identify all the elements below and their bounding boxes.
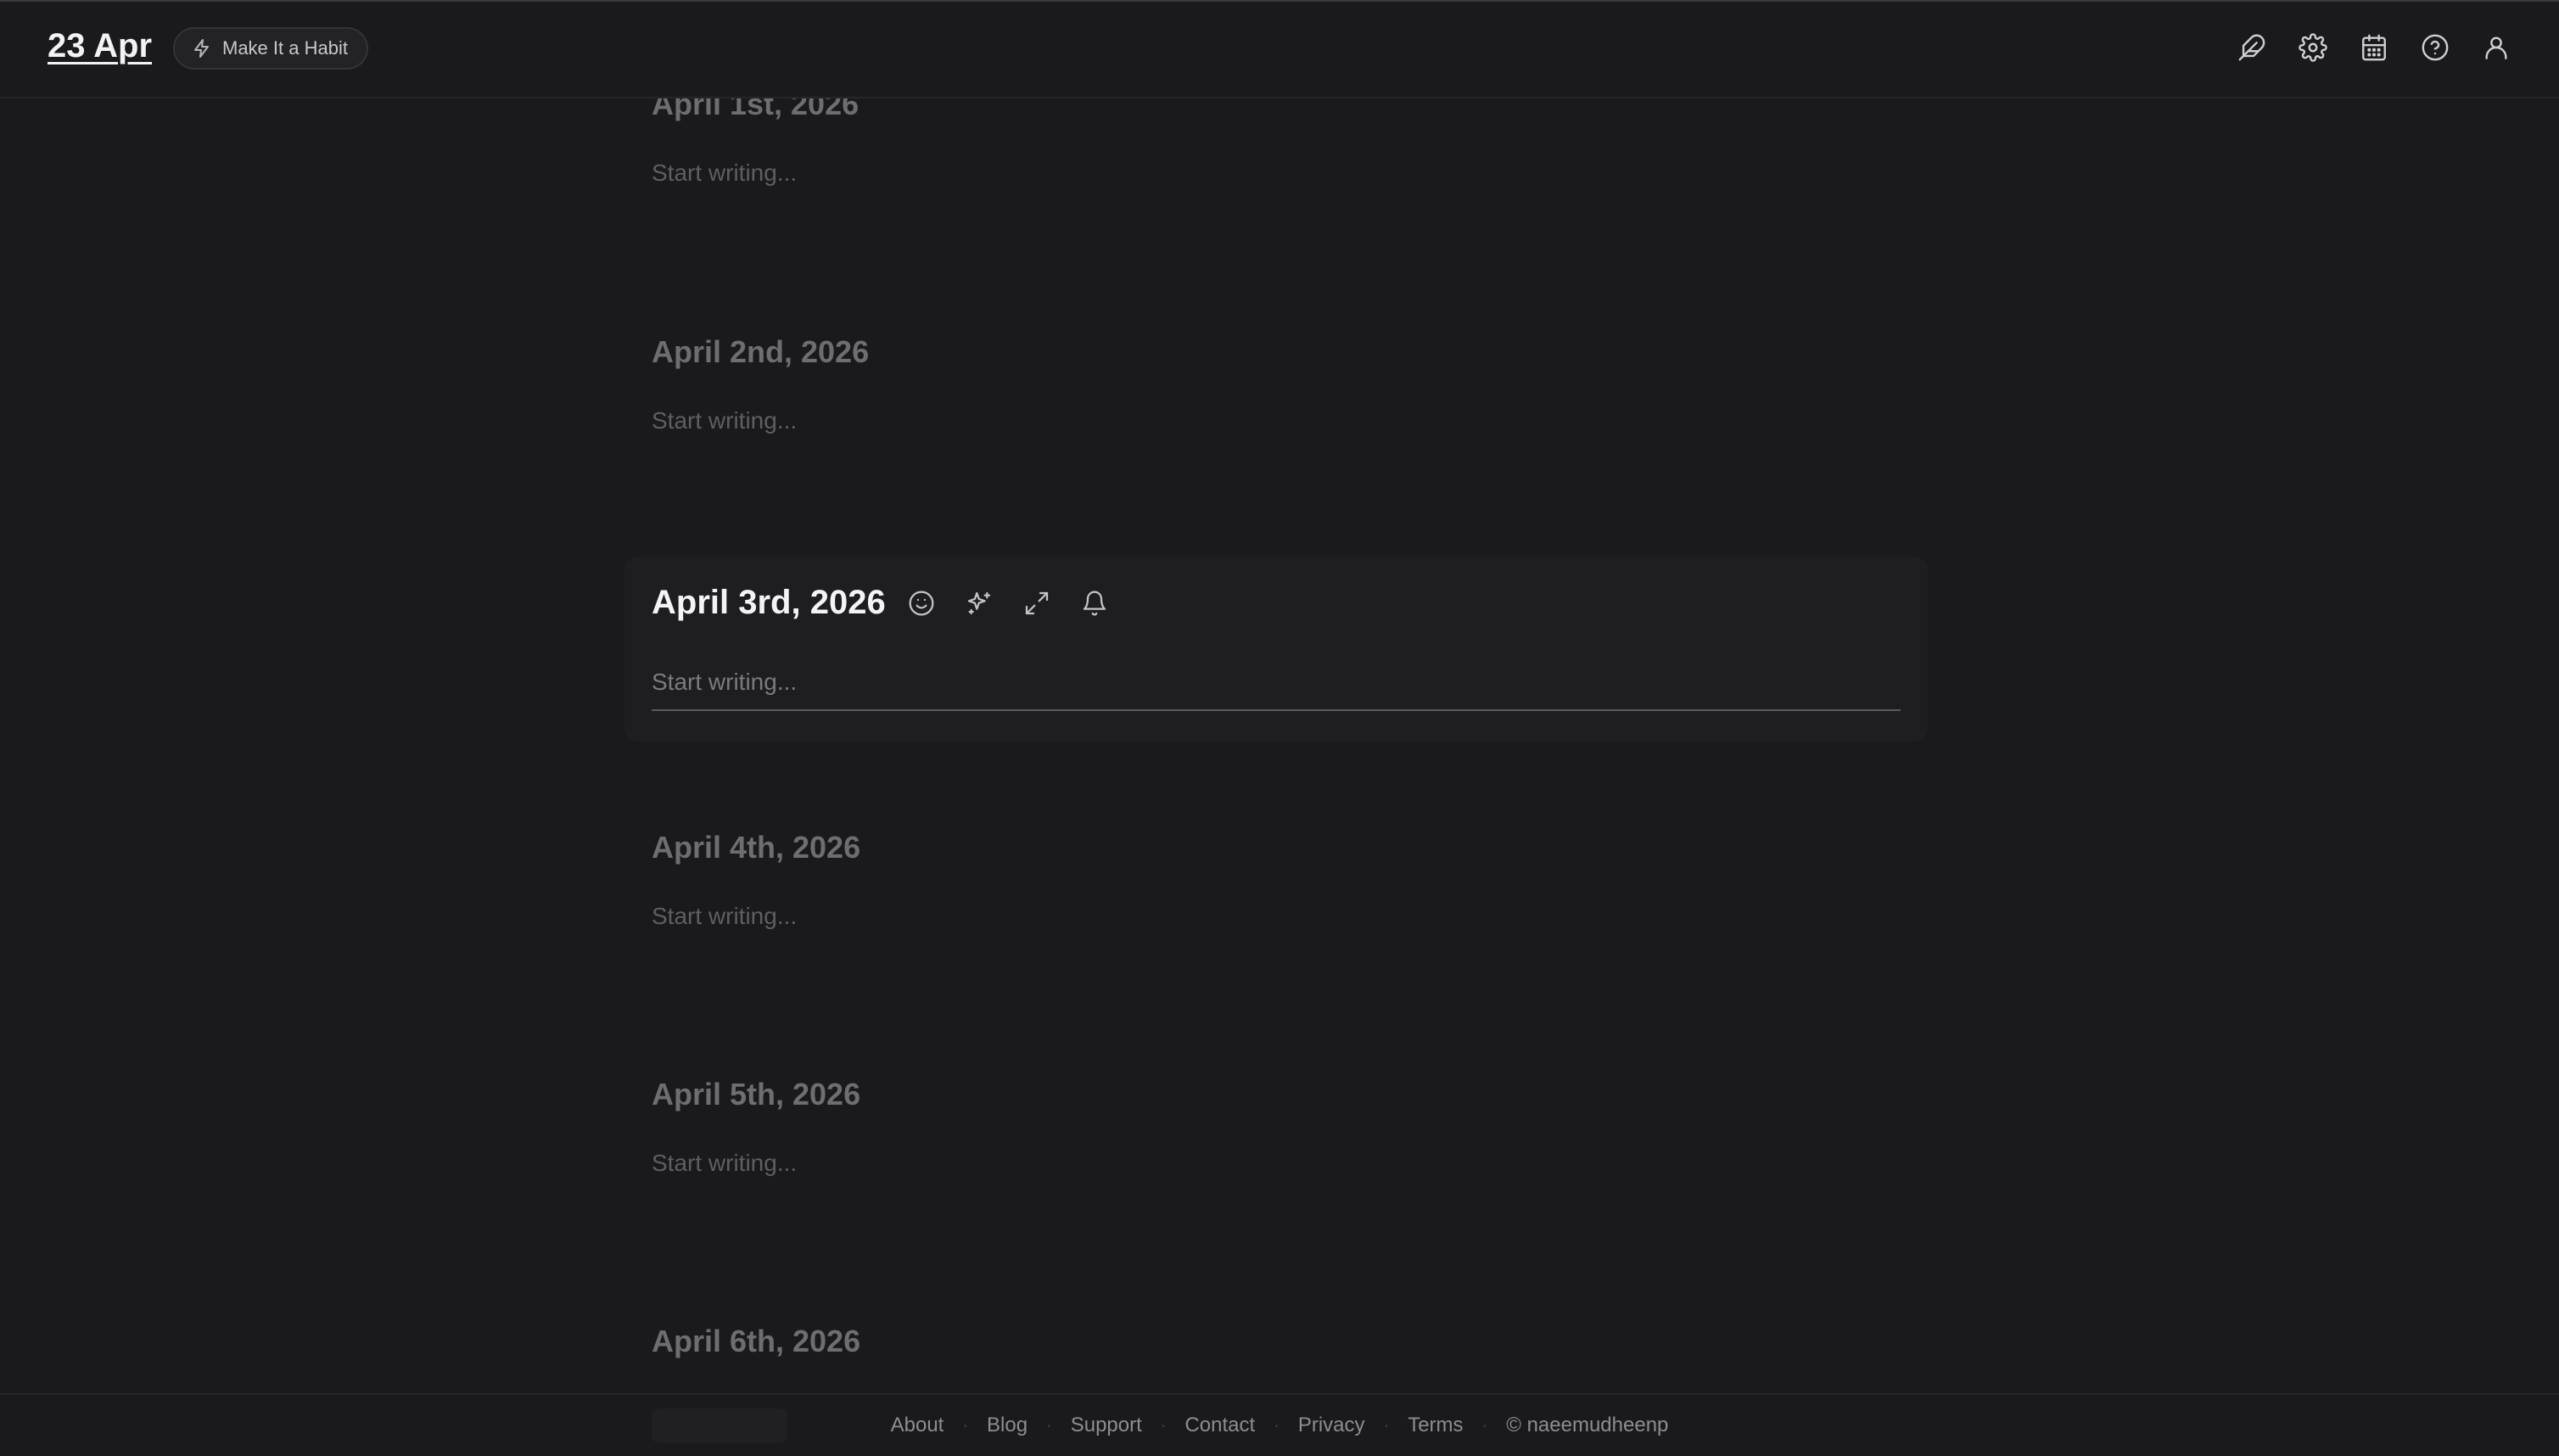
make-habit-button[interactable]: Make It a Habit	[173, 27, 368, 70]
footer-separator: ·	[1383, 1415, 1390, 1435]
footer-link-privacy[interactable]: Privacy	[1298, 1414, 1365, 1437]
footer-separator: ·	[1481, 1415, 1488, 1435]
journal-app: 23 Apr Make It a Habit April 1st, 2026 S…	[0, 0, 2559, 1456]
mood-icon[interactable]	[906, 588, 937, 619]
entry-editor-placeholder[interactable]: Start writing...	[652, 407, 1901, 434]
footer-separator: ·	[1274, 1415, 1280, 1435]
footer-link-about[interactable]: About	[891, 1414, 944, 1437]
footer-separator: ·	[1046, 1415, 1052, 1435]
calendar-icon[interactable]	[2359, 32, 2389, 63]
entry-editor-placeholder[interactable]: Start writing...	[652, 903, 1901, 930]
footer-link-support[interactable]: Support	[1071, 1414, 1142, 1437]
current-date-link[interactable]: 23 Apr	[48, 27, 152, 65]
footer-separator: ·	[1160, 1415, 1167, 1435]
feather-icon[interactable]	[2237, 32, 2267, 63]
footer-link-terms[interactable]: Terms	[1408, 1414, 1463, 1437]
entry-title[interactable]: April 5th, 2026	[652, 1077, 1901, 1112]
footer: About · Blog · Support · Contact · Priva…	[0, 1393, 2559, 1456]
entry-editor[interactable]: Start writing...	[652, 669, 1901, 711]
make-habit-label: Make It a Habit	[222, 37, 348, 59]
entry-toolbar	[906, 588, 1110, 619]
entry-editor-placeholder[interactable]: Start writing...	[652, 669, 1901, 696]
entry-april-3-active: April 3rd, 2026 Start writing...	[624, 557, 1928, 742]
entry-april-5: April 5th, 2026 Start writing...	[652, 1077, 1901, 1177]
sparkles-icon[interactable]	[964, 588, 994, 619]
partially-hidden-placeholder	[652, 1408, 787, 1442]
entry-editor-placeholder[interactable]: Start writing...	[652, 160, 1901, 187]
user-icon[interactable]	[2481, 32, 2511, 63]
entry-title[interactable]: April 6th, 2026	[652, 1324, 1901, 1359]
entry-april-6: April 6th, 2026	[652, 1324, 1901, 1359]
entry-april-4: April 4th, 2026 Start writing...	[652, 830, 1901, 930]
header-toolbar	[2237, 32, 2511, 63]
entry-editor-placeholder[interactable]: Start writing...	[652, 1150, 1901, 1177]
entry-april-2: April 2nd, 2026 Start writing...	[652, 334, 1901, 434]
entry-title[interactable]: April 2nd, 2026	[652, 334, 1901, 370]
footer-credit[interactable]: © naeemudheenp	[1506, 1414, 1668, 1437]
entry-title[interactable]: April 3rd, 2026	[652, 584, 886, 622]
footer-link-contact[interactable]: Contact	[1184, 1414, 1255, 1437]
bell-icon[interactable]	[1079, 588, 1110, 619]
entry-april-1: April 1st, 2026 Start writing...	[652, 87, 1901, 187]
lightning-icon	[192, 38, 212, 59]
window-top-border	[0, 0, 2559, 2]
gear-icon[interactable]	[2298, 32, 2328, 63]
footer-separator: ·	[962, 1415, 968, 1435]
active-entry-header: April 3rd, 2026	[652, 584, 1110, 622]
footer-link-blog[interactable]: Blog	[987, 1414, 1028, 1437]
expand-icon[interactable]	[1022, 588, 1052, 619]
help-icon[interactable]	[2420, 32, 2450, 63]
top-header: 23 Apr Make It a Habit	[0, 2, 2559, 98]
entry-title[interactable]: April 4th, 2026	[652, 830, 1901, 865]
